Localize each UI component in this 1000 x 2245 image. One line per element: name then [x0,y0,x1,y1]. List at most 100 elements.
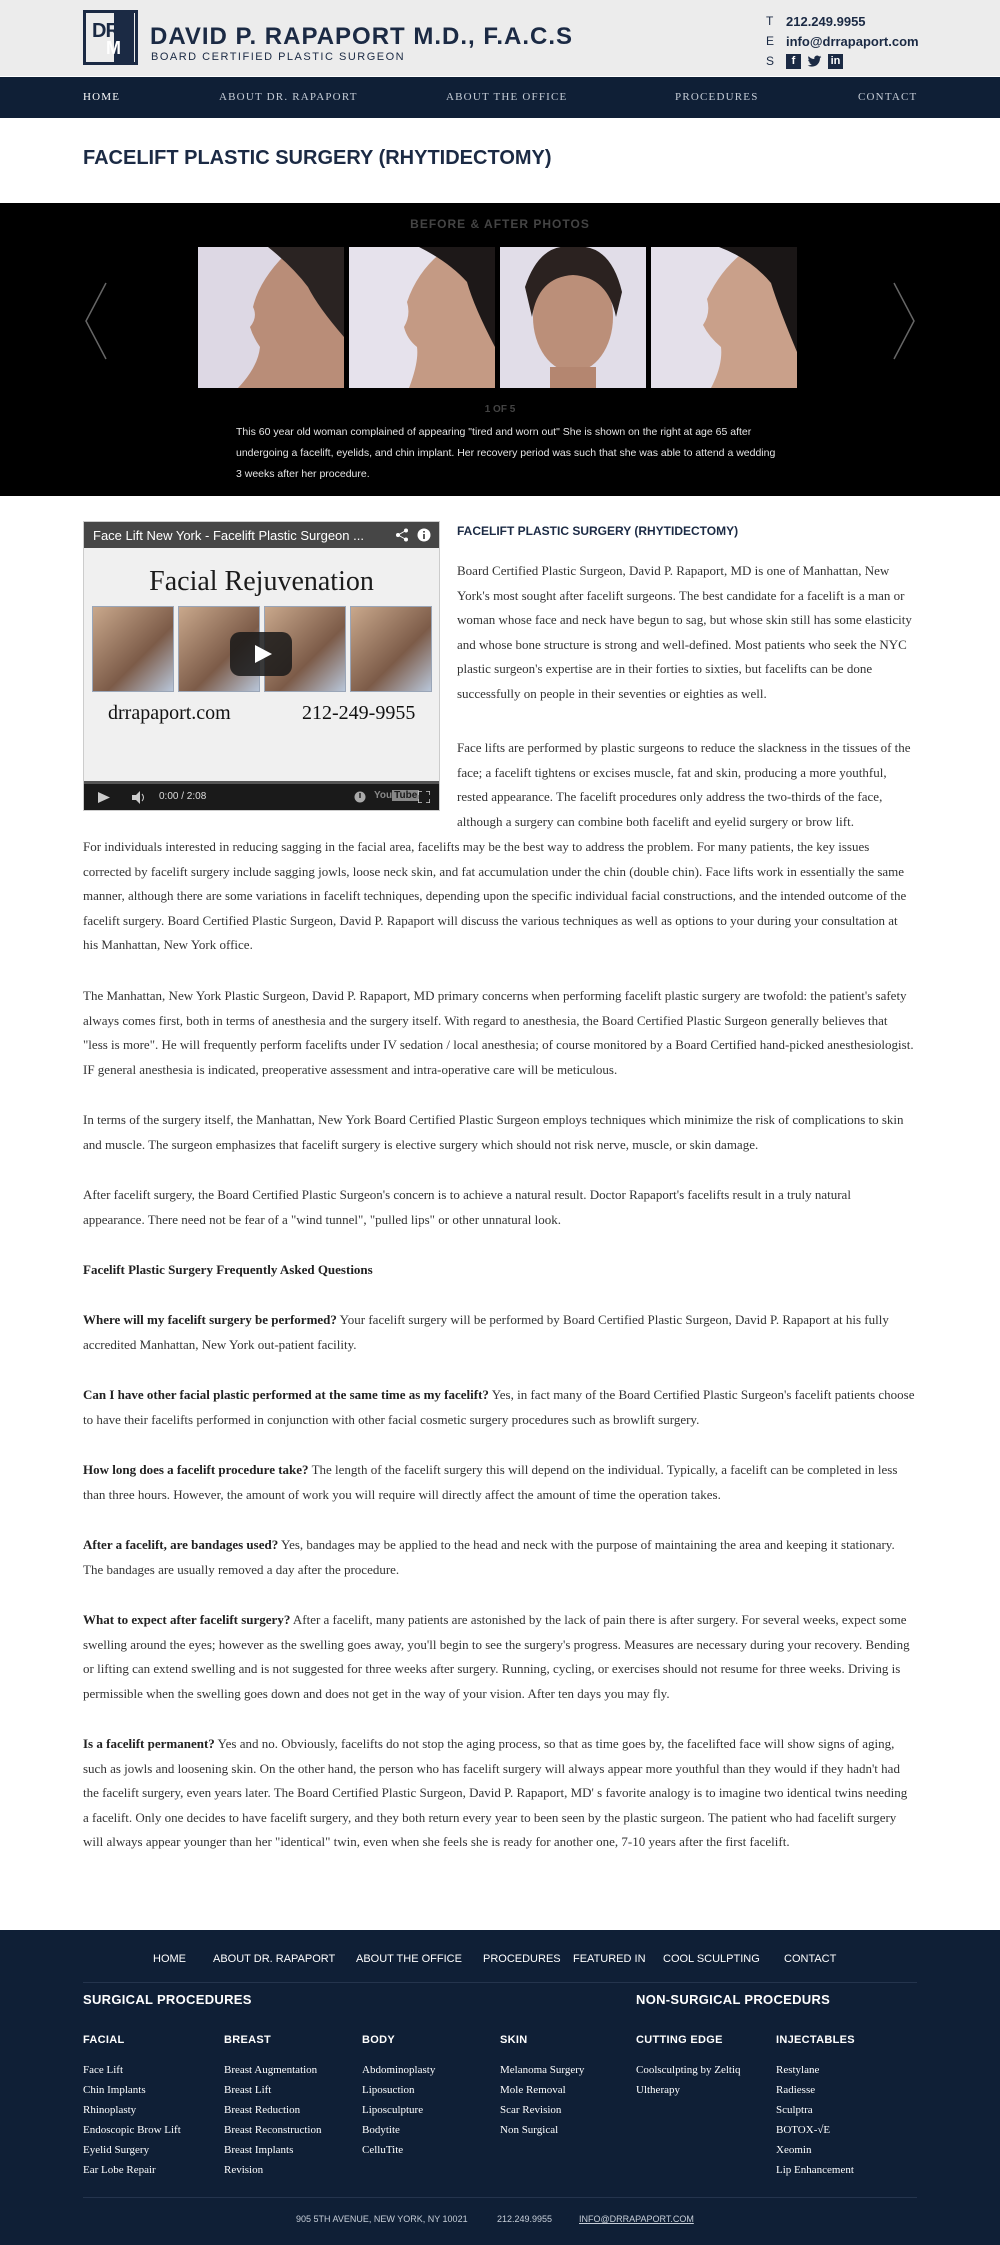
footer-column-body: BODY Abdominoplasty Liposuction Liposcul… [362,2034,435,2160]
slide-photo[interactable] [349,247,495,388]
slide-photo[interactable] [500,247,646,388]
footer-link[interactable]: Face Lift [83,2060,181,2080]
footer-link[interactable]: BOTOX-√E [776,2120,855,2140]
slide-photo[interactable] [651,247,797,388]
faq-question: After a facelift, are bandages used? [83,1537,279,1552]
footer-link[interactable]: Radiesse [776,2080,855,2100]
footer-link[interactable]: Melanoma Surgery [500,2060,584,2080]
linkedin-icon[interactable]: in [828,53,843,69]
site-footer: HOME ABOUT DR. RAPAPORT ABOUT THE OFFICE… [0,1930,1000,2245]
social-links: f in [786,53,843,69]
footer-link[interactable]: CelluTite [362,2140,435,2160]
logo[interactable]: DR M [83,10,138,65]
faq-heading: Facelift Plastic Surgery Frequently Aske… [83,1262,373,1277]
slide-counter: 1 OF 5 [484,404,516,415]
footer-link[interactable]: Chin Implants [83,2080,181,2100]
footer-link[interactable]: Bodytite [362,2120,435,2140]
logo-letters-bottom: M [106,38,121,58]
volume-icon[interactable] [132,791,148,804]
slide-caption: This 60 year old woman complained of app… [236,426,776,480]
watch-later-icon[interactable] [354,791,366,803]
footer-link[interactable]: Abdominoplasty [362,2060,435,2080]
faq-item: How long does a facelift procedure take?… [83,1458,915,1507]
footer-link[interactable]: Breast Augmentation [224,2060,321,2080]
play-icon[interactable] [98,792,110,803]
article-paragraph: For individuals interested in reducing s… [83,839,907,952]
footer-link[interactable]: Mole Removal [500,2080,584,2100]
footer-link[interactable]: Breast Implants [224,2140,321,2160]
footer-nav-about-dr[interactable]: ABOUT DR. RAPAPORT [213,1953,335,1965]
phone-key: T [766,14,774,28]
facebook-icon[interactable]: f [786,53,801,69]
footer-link[interactable]: Liposuction [362,2080,435,2100]
share-icon[interactable] [395,528,409,542]
footer-column-breast: BREAST Breast Augmentation Breast Lift B… [224,2034,321,2180]
site-name[interactable]: DAVID P. RAPAPORT M.D., F.A.C.S [150,23,573,51]
footer-link[interactable]: Revision [224,2160,321,2180]
footer-link[interactable]: Non Surgical [500,2120,584,2140]
chevron-right-icon[interactable] [892,281,916,361]
slide-photo[interactable] [198,247,344,388]
footer-link[interactable]: Sculptra [776,2100,855,2120]
play-button[interactable] [230,632,292,676]
nav-home[interactable]: HOME [83,91,120,103]
footer-link[interactable]: Scar Revision [500,2100,584,2120]
faq-question: Can I have other facial plastic performe… [83,1387,489,1402]
footer-phone[interactable]: 212.249.9955 [497,2214,552,2224]
phone-link[interactable]: 212.249.9955 [786,14,866,29]
faq-item: Is a facelift permanent? Yes and no. Obv… [83,1732,915,1855]
twitter-icon[interactable] [807,54,822,69]
footer-link[interactable]: Breast Reduction [224,2100,321,2120]
footer-link[interactable]: Endoscopic Brow Lift [83,2120,181,2140]
info-icon[interactable] [417,528,431,542]
phone-row: T 212.249.9955 [766,12,919,30]
footer-link[interactable]: Restylane [776,2060,855,2080]
video-banner-text: Facial Rejuvenation [149,566,374,597]
article-paragraph: In terms of the surgery itself, the Manh… [83,1112,904,1152]
video-face [92,606,174,692]
article-paragraph: Face lifts are performed by plastic surg… [457,740,911,829]
footer-nav-home[interactable]: HOME [153,1953,186,1965]
footer-column-heading: BODY [362,2034,395,2046]
footer-column-injectables: INJECTABLES Restylane Radiesse Sculptra … [776,2034,855,2180]
article-paragraph: The Manhattan, New York Plastic Surgeon,… [83,988,914,1077]
footer-link[interactable]: Liposculpture [362,2100,435,2120]
footer-link[interactable]: Eyelid Surgery [83,2140,181,2160]
footer-link[interactable]: Xeomin [776,2140,855,2160]
video-player[interactable]: Facial Rejuvenation drrapaport.com 212-2… [83,521,440,811]
surgical-heading: SURGICAL PROCEDURES [83,1992,252,2007]
site-header: DR M DAVID P. RAPAPORT M.D., F.A.C.S BOA… [0,0,1000,76]
footer-link[interactable]: Ultherapy [636,2080,741,2100]
faq-item: Can I have other facial plastic performe… [83,1383,915,1432]
header-contact: T 212.249.9955 E info@drrapaport.com S f… [766,12,919,72]
footer-nav-featured[interactable]: FEATURED IN [573,1953,646,1965]
footer-link[interactable]: Ear Lobe Repair [83,2160,181,2180]
social-row: S f in [766,52,919,70]
footer-column-facial: FACIAL Face Lift Chin Implants Rhinoplas… [83,2034,181,2180]
footer-bottom-divider [83,2197,917,2198]
video-title[interactable]: Face Lift New York - Facelift Plastic Su… [93,528,364,543]
footer-link[interactable]: Lip Enhancement [776,2160,855,2180]
faq-item: After a facelift, are bandages used? Yes… [83,1533,915,1582]
footer-nav-contact[interactable]: CONTACT [784,1953,836,1965]
nav-about-dr[interactable]: ABOUT DR. RAPAPORT [219,91,358,103]
footer-divider [83,1982,917,1983]
footer-link[interactable]: Rhinoplasty [83,2100,181,2120]
footer-nav-coolsculpting[interactable]: COOL SCULPTING [663,1953,760,1965]
footer-nav-procedures[interactable]: PROCEDURES [483,1953,561,1965]
nav-procedures[interactable]: PROCEDURES [675,91,759,103]
footer-link[interactable]: Breast Lift [224,2080,321,2100]
chevron-left-icon[interactable] [84,281,108,361]
youtube-logo[interactable]: You Tube [374,790,420,801]
article-heading: FACELIFT PLASTIC SURGERY (RHYTIDECTOMY) [457,524,739,538]
nav-contact[interactable]: CONTACT [858,91,917,103]
footer-link[interactable]: Coolsculpting by Zeltiq [636,2060,741,2080]
footer-email[interactable]: INFO@DRRAPAPORT.COM [579,2214,694,2224]
slider-label: BEFORE & AFTER PHOTOS [410,217,590,231]
nav-about-office[interactable]: ABOUT THE OFFICE [446,91,567,103]
fullscreen-icon[interactable] [418,791,430,803]
footer-link[interactable]: Breast Reconstruction [224,2120,321,2140]
footer-nav-about-office[interactable]: ABOUT THE OFFICE [356,1953,462,1965]
email-link[interactable]: info@drrapaport.com [786,34,919,49]
video-phone-text: 212-249-9955 [302,702,416,724]
